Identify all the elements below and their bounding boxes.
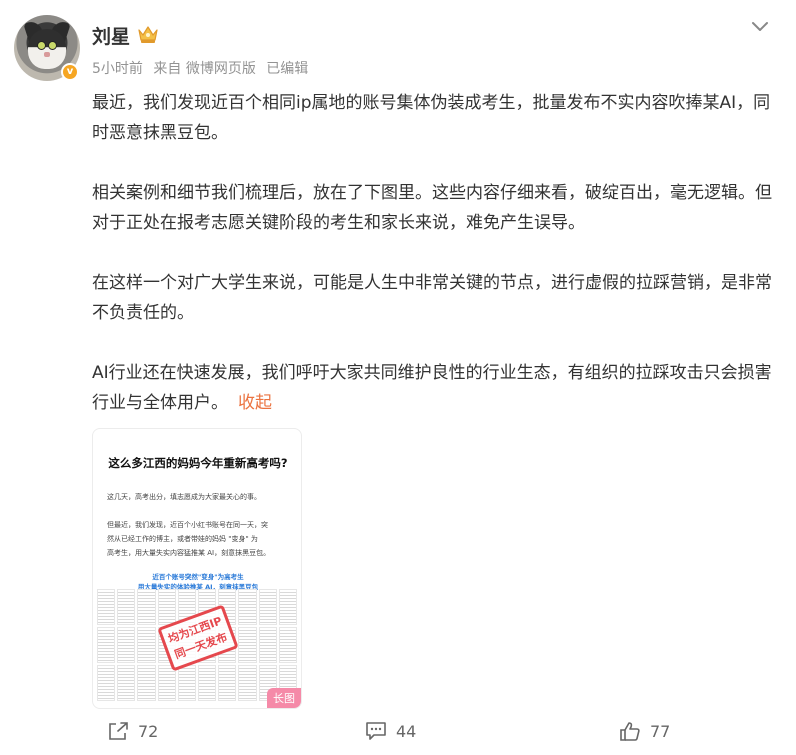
comment-count: 44 [396,721,417,741]
verified-badge-icon: v [61,63,79,81]
share-count: 72 [138,721,159,741]
post-paragraph-last: AI行业还在快速发展，我们呼吁大家共同维护良性的行业生态，有组织的拉踩攻击只会损… [92,358,782,418]
post-time[interactable]: 5小时前 [92,61,143,77]
image-highlight-line: 近百个账号突然"变身"为高考生 [152,573,244,581]
avatar-eye [48,41,57,50]
crown-icon [138,26,158,43]
edited-label[interactable]: 已编辑 [266,61,308,77]
image-text-line: 但最近，我们发现，近百个小红书账号在同一天，突 [107,521,268,529]
action-bar: 72 44 77 [0,720,796,746]
post-paragraph: 相关案例和细节我们梳理后，放在了下图里。这些内容仔细来看，破绽百出，毫无逻辑。但… [92,183,772,233]
avatar-face [28,29,66,69]
avatar-nose [44,52,50,57]
collapse-link[interactable]: 收起 [238,393,272,413]
post-paragraph: 最近，我们发现近百个相同ip属地的账号集体伪装成考生，批量发布不实内容吹捧某AI… [92,93,771,143]
long-image-badge: 长图 [267,688,301,708]
post-source: 来自 微博网页版 [153,61,256,77]
image-title: 这么多江西的妈妈今年重新高考吗? [108,456,288,470]
long-image-thumbnail[interactable]: 这么多江西的妈妈今年重新高考吗? 这几天，高考出分，填志愿成为大家最关心的事。 … [92,428,302,709]
post-meta: 5小时前 来自 微博网页版 已编辑 [92,58,314,78]
chevron-down-icon[interactable] [750,20,770,34]
share-icon [109,722,128,740]
post-paragraph: 在这样一个对广大学生来说，可能是人生中非常关键的节点，进行虚假的拉踩营销，是非常… [92,273,772,323]
share-button[interactable]: 72 [106,720,158,742]
avatar-eye [37,41,46,50]
thumbs-up-icon [620,722,640,741]
comment-button[interactable]: 44 [364,720,416,742]
image-text-line: 然从已经工作的博主，或者带娃的妈妈 "变身" 为 [107,535,258,543]
comment-icon [366,722,386,740]
like-button[interactable]: 77 [618,720,670,742]
image-text-line: 高考生，用大量失实内容猛推某 AI，刻意抹黑豆包。 [107,549,271,557]
image-text-line: 这几天，高考出分，填志愿成为大家最关心的事。 [107,493,261,501]
like-count: 77 [650,721,671,741]
user-name[interactable]: 刘星 [92,22,130,49]
post-paragraph: AI行业还在快速发展，我们呼吁大家共同维护良性的行业生态，有组织的拉踩攻击只会损… [92,363,772,413]
post-text: 最近，我们发现近百个相同ip属地的账号集体伪装成考生，批量发布不实内容吹捧某AI… [92,88,782,418]
